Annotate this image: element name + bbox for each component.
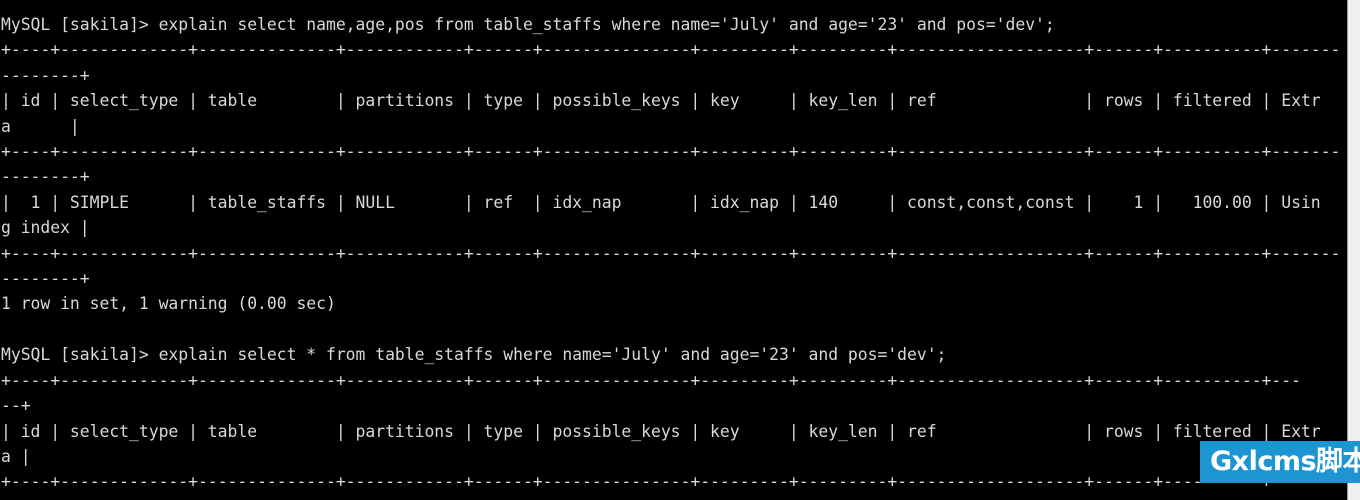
terminal-screen[interactable]: MySQL [sakila]> explain select name,age,… bbox=[0, 0, 1347, 500]
terminal-window: MySQL [sakila]> explain select name,age,… bbox=[0, 0, 1360, 500]
watermark-badge: Gxlcms脚本 bbox=[1200, 441, 1360, 483]
terminal-scrollbar-thumb[interactable] bbox=[1348, 0, 1360, 500]
terminal-scrollbar[interactable] bbox=[1347, 0, 1360, 500]
terminal-output-text: MySQL [sakila]> explain select name,age,… bbox=[1, 15, 1341, 500]
